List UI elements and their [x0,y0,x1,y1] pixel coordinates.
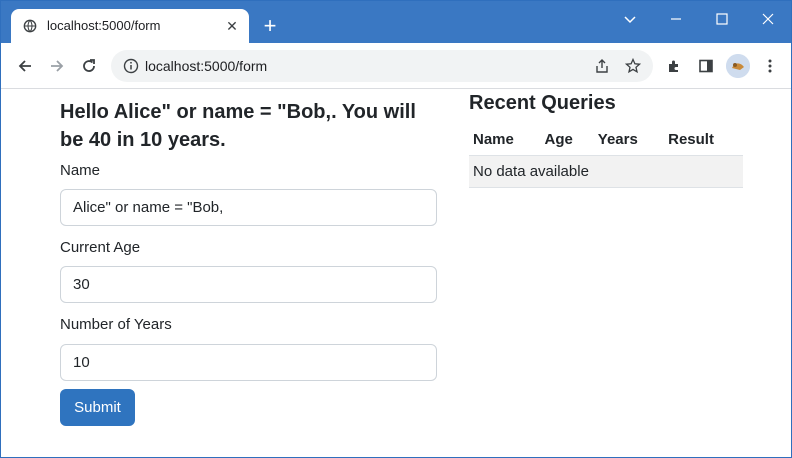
number-of-years-label: Number of Years [60,316,172,333]
recent-queries-title: Recent Queries [469,92,616,114]
number-of-years-input[interactable]: 10 [60,344,437,381]
address-bar[interactable]: localhost:5000/form [111,50,653,82]
browser-window: localhost:5000/form ✕ + localhost:5000/f… [0,0,792,458]
site-info-icon[interactable] [123,58,139,74]
name-label: Name [60,162,101,179]
forward-arrow-icon[interactable] [45,54,69,78]
submit-button[interactable]: Submit [60,389,135,426]
profile-avatar[interactable] [726,54,750,78]
current-age-input[interactable]: 30 [60,266,437,303]
maximize-button[interactable] [699,5,745,33]
tab-title: localhost:5000/form [47,18,161,33]
globe-icon [23,19,37,33]
close-window-button[interactable] [745,5,791,33]
browser-tab[interactable]: localhost:5000/form ✕ [11,9,249,43]
empty-table-message: No data available [469,155,743,188]
share-icon[interactable] [592,56,612,76]
browser-toolbar: localhost:5000/form [1,43,791,89]
menu-kebab-icon[interactable] [759,55,781,77]
reload-icon[interactable] [77,54,101,78]
extensions-icon[interactable] [663,55,685,77]
recent-queries-table: Name Age Years Result No data available [469,125,743,188]
title-bar: localhost:5000/form ✕ + [1,1,791,43]
name-input[interactable]: Alice" or name = "Bob, [60,189,437,226]
tab-search-chevron-icon[interactable] [607,5,653,33]
url-text: localhost:5000/form [145,58,268,74]
tab-close-icon[interactable]: ✕ [223,17,241,35]
back-arrow-icon[interactable] [13,54,37,78]
new-tab-button[interactable]: + [257,13,283,39]
side-panel-icon[interactable] [695,55,717,77]
table-header-row: Name Age Years Result [469,125,743,156]
bookmark-star-icon[interactable] [623,56,643,76]
current-age-label: Current Age [60,239,141,256]
table-row: No data available [469,155,743,188]
column-header-age: Age [540,125,594,156]
result-heading: Hello Alice" or name = "Bob,. You will b… [60,101,416,151]
page-content: Hello Alice" or name = "Bob,. You will b… [1,89,791,457]
column-header-name: Name [469,125,541,156]
column-header-result: Result [664,125,743,156]
minimize-button[interactable] [653,5,699,33]
column-header-years: Years [593,125,665,156]
